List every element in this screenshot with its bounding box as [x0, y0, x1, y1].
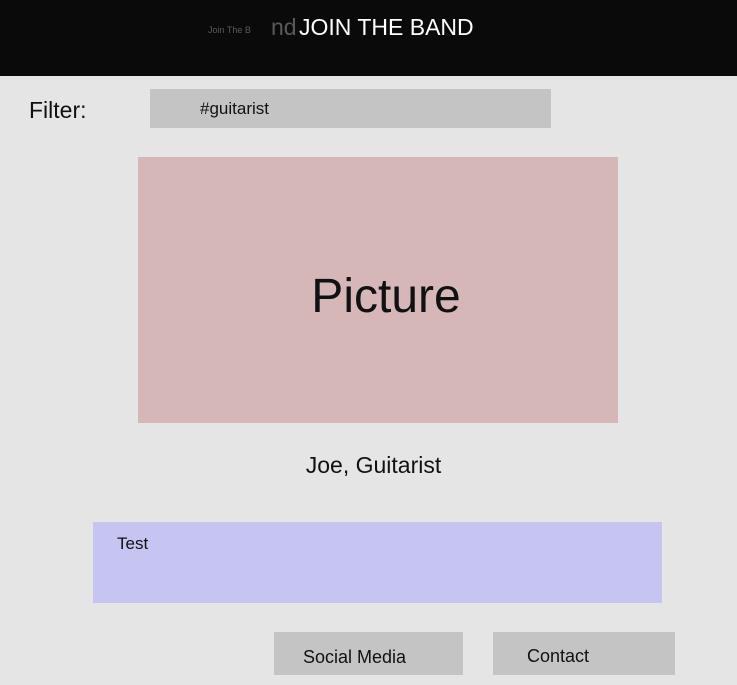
social-media-button[interactable]: Social Media	[274, 632, 463, 675]
header-ghost-text: Join The B	[208, 25, 251, 35]
filter-label: Filter:	[29, 97, 87, 123]
description-box: Test	[93, 522, 662, 603]
picture-placeholder-label: Picture	[311, 269, 461, 323]
social-media-button-label: Social Media	[303, 646, 407, 667]
filter-input[interactable]	[150, 89, 551, 128]
profile-picture: Picture	[138, 157, 618, 423]
header-bar: Join The B nd JOIN THE BAND	[0, 0, 737, 76]
page-title: JOIN THE BAND	[299, 14, 474, 40]
header-ghost-text-large: nd	[271, 14, 297, 40]
description-text: Test	[117, 534, 149, 553]
contact-button-label: Contact	[527, 646, 590, 666]
contact-button[interactable]: Contact	[493, 632, 675, 675]
profile-caption: Joe, Guitarist	[305, 452, 442, 478]
